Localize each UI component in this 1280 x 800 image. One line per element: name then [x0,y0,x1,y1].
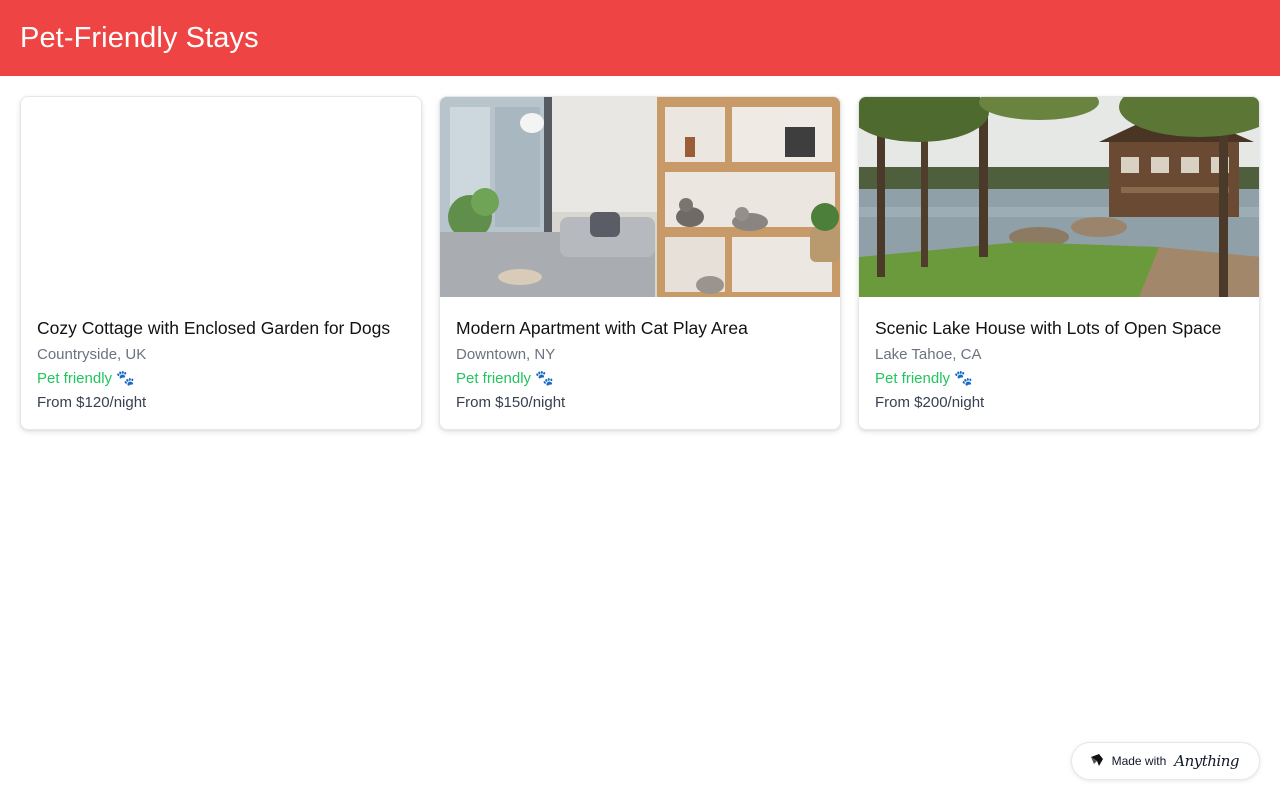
listing-image-apartment[interactable] [440,97,840,297]
paw-icon: 🐾 [954,370,973,387]
listing-price: From $200/night [875,394,985,411]
listing-location: Countryside, UK [37,346,147,363]
listing-location: Lake Tahoe, CA [875,346,982,363]
listing-title[interactable]: Modern Apartment with Cat Play Area [456,317,824,339]
listing-price: From $150/night [456,394,566,411]
listing-image-lake-house[interactable] [859,97,1259,297]
paw-icon: 🐾 [116,370,135,387]
listing-title[interactable]: Scenic Lake House with Lots of Open Spac… [875,317,1243,339]
made-with-anything-badge[interactable]: Made with Anything [1070,742,1260,780]
page-title: Pet-Friendly Stays [20,21,259,54]
listing-card[interactable]: Scenic Lake House with Lots of Open Spac… [858,96,1260,430]
pet-friendly-label: Pet friendly 🐾 [37,369,405,389]
pet-friendly-label: Pet friendly 🐾 [456,369,824,389]
listing-location: Downtown, NY [456,346,556,363]
listing-title[interactable]: Cozy Cottage with Enclosed Garden for Do… [37,317,405,339]
anything-logo-icon [1090,753,1104,770]
listings-grid: Cozy Cottage with Enclosed Garden for Do… [20,96,1260,430]
app-header: Pet-Friendly Stays [0,0,1280,76]
pet-friendly-text: Pet friendly [875,370,951,387]
badge-brand: Anything [1174,752,1239,770]
listing-price: From $120/night [37,394,147,411]
paw-icon: 🐾 [535,370,554,387]
pet-friendly-text: Pet friendly [456,370,532,387]
pet-friendly-label: Pet friendly 🐾 [875,369,1243,389]
listing-card[interactable]: Cozy Cottage with Enclosed Garden for Do… [20,96,422,430]
pet-friendly-text: Pet friendly [37,370,113,387]
listing-image-placeholder[interactable] [21,97,421,297]
listing-card[interactable]: Modern Apartment with Cat Play Area Down… [439,96,841,430]
badge-prefix: Made with [1111,754,1167,768]
